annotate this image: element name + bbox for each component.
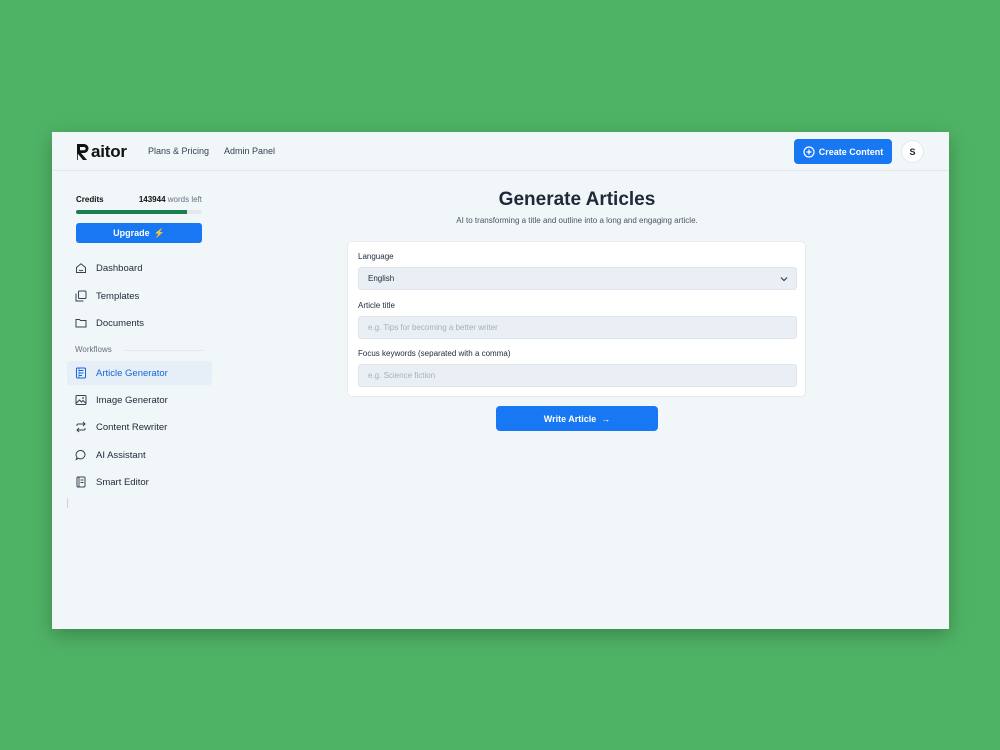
upgrade-button[interactable]: Upgrade ⚡ — [76, 223, 202, 243]
sidebar-item-label: Article Generator — [96, 367, 168, 379]
sidebar-item-label: Image Generator — [96, 394, 168, 406]
upgrade-label: Upgrade — [113, 228, 150, 238]
sidebar-item-article-generator[interactable]: Article Generator — [67, 361, 212, 385]
focus-keywords-placeholder: e.g. Science fiction — [368, 371, 436, 380]
arrow-right-icon: → — [601, 413, 611, 424]
credits-label: Credits — [76, 195, 104, 204]
home-icon — [76, 263, 86, 273]
sidebar-item-label: Templates — [96, 290, 140, 302]
sidebar-item-label: Smart Editor — [96, 476, 149, 488]
credits-suffix: words left — [167, 195, 202, 204]
sidebar-item-content-rewriter[interactable]: Content Rewriter — [67, 415, 212, 439]
article-form-card: Language English Article title e.g. Tips… — [347, 241, 806, 397]
article-title-input[interactable]: e.g. Tips for becoming a better writer — [358, 316, 797, 339]
credits-progress-fill — [76, 210, 187, 214]
templates-icon — [75, 290, 87, 302]
sidebar-item-ai-assistant[interactable]: AI Assistant — [67, 443, 212, 467]
article-title-placeholder: e.g. Tips for becoming a better writer — [368, 323, 498, 332]
sidebar-item-label: AI Assistant — [96, 449, 146, 461]
app-window: aitor Plans & Pricing Admin Panel Create… — [52, 132, 949, 629]
chevron-down-icon — [780, 277, 788, 282]
write-article-label: Write Article — [543, 413, 597, 424]
nav-admin-panel[interactable]: Admin Panel — [224, 146, 275, 156]
lightning-icon: ⚡ — [153, 227, 165, 238]
article-icon — [76, 367, 86, 379]
create-content-button[interactable]: Create Content — [794, 139, 892, 164]
credits-count: 143944 — [138, 195, 166, 204]
focus-keywords-input[interactable]: e.g. Science fiction — [358, 364, 797, 387]
sidebar-item-smart-editor[interactable]: Smart Editor — [67, 470, 212, 494]
sidebar-item-documents[interactable]: Documents — [67, 311, 212, 335]
image-icon — [75, 395, 87, 405]
sidebar-item-label: Dashboard — [96, 262, 143, 274]
logo[interactable]: aitor — [76, 141, 127, 163]
plus-circle-icon — [803, 145, 815, 158]
page-title: Generate Articles — [498, 189, 656, 210]
sidebar-item-label: Documents — [96, 317, 145, 329]
write-article-button[interactable]: Write Article → — [496, 406, 658, 431]
language-value: English — [368, 274, 395, 283]
workflows-divider — [124, 350, 204, 351]
language-select[interactable]: English — [358, 267, 797, 290]
rewrite-icon — [76, 421, 86, 433]
sidebar-item-label: Content Rewriter — [96, 421, 168, 433]
credits-remaining: 143944 words left — [134, 195, 202, 204]
sidebar-item-image-generator[interactable]: Image Generator — [67, 388, 212, 412]
sidebar-item-dashboard[interactable]: Dashboard — [67, 256, 212, 280]
top-bar: aitor Plans & Pricing Admin Panel Create… — [52, 132, 949, 171]
sidebar-item-templates[interactable]: Templates — [67, 284, 212, 308]
credits-progress-bar — [76, 210, 202, 214]
sidebar-resize-handle[interactable] — [67, 498, 68, 508]
create-content-label: Create Content — [818, 146, 884, 157]
logo-mark-icon — [77, 144, 89, 160]
chat-icon — [75, 450, 86, 461]
article-title-label: Article title — [358, 301, 395, 310]
nav-plans-pricing[interactable]: Plans & Pricing — [148, 146, 209, 156]
workflows-heading: Workflows — [75, 345, 112, 354]
focus-keywords-label: Focus keywords (separated with a comma) — [358, 349, 511, 358]
language-label: Language — [358, 252, 394, 261]
logo-text: aitor — [91, 142, 127, 161]
page-subtitle: AI to transforming a title and outline i… — [456, 216, 698, 225]
editor-icon — [76, 476, 86, 488]
avatar[interactable]: S — [901, 140, 924, 163]
folder-icon — [75, 319, 87, 328]
